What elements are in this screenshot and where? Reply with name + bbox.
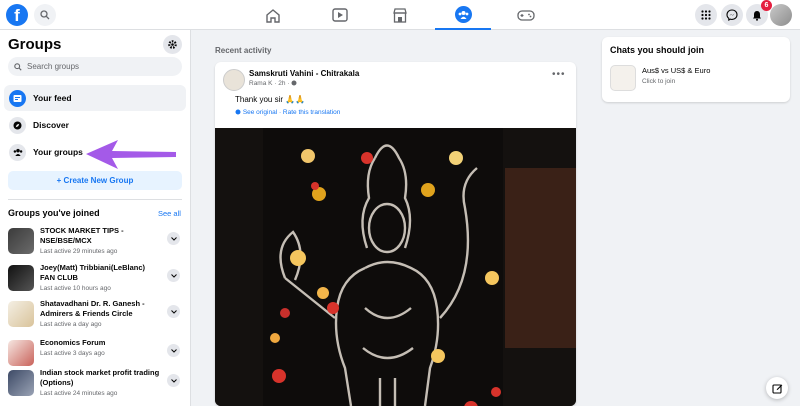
group-thumbnail — [8, 228, 34, 254]
group-name: Indian stock market profit trading (Opti… — [40, 368, 160, 387]
joined-groups-heading: Groups you've joined — [8, 208, 100, 218]
compass-icon — [9, 116, 26, 134]
sidebar-title: Groups — [8, 36, 62, 53]
nav-groups[interactable] — [435, 0, 491, 30]
chevron-down-icon — [170, 236, 177, 241]
chevron-down-icon — [170, 348, 177, 353]
group-options-button[interactable] — [167, 232, 180, 245]
group-name: Economics Forum — [40, 338, 106, 347]
chat-thumbnail[interactable] — [610, 65, 636, 91]
recent-activity-label: Recent activity — [215, 46, 272, 55]
chevron-down-icon — [170, 309, 177, 314]
group-thumbnail — [8, 340, 34, 366]
joined-group-row[interactable]: STOCK MARKET TIPS - NSE/BSE/MCX Last act… — [8, 226, 182, 258]
group-avatar[interactable] — [223, 69, 245, 91]
post-text: Thank you sir 🙏🙏 — [235, 95, 306, 104]
group-last-active: Last active 24 minutes ago — [40, 390, 118, 397]
notifications-button[interactable]: 6 — [746, 0, 772, 26]
compose-icon — [771, 383, 782, 394]
see-all-link[interactable]: See all — [158, 209, 181, 218]
watch-icon — [332, 8, 348, 22]
joined-group-row[interactable]: Joey(Matt) Tribbiani(LeBlanc) FAN CLUB L… — [8, 263, 182, 295]
group-last-active: Last active 10 hours ago — [40, 285, 111, 292]
group-options-button[interactable] — [167, 269, 180, 282]
sidebar-item-your-feed[interactable]: Your feed — [4, 85, 186, 111]
group-options-button[interactable] — [167, 344, 180, 357]
group-thumbnail — [8, 301, 34, 327]
chevron-down-icon — [170, 273, 177, 278]
group-last-active: Last active a day ago — [40, 321, 102, 328]
sidebar-item-discover[interactable]: Discover — [4, 112, 186, 138]
translation-links[interactable]: See original · Rate this translation — [235, 109, 340, 116]
groups-icon — [9, 143, 26, 161]
group-options-button[interactable] — [167, 305, 180, 318]
search-groups-input[interactable]: Search groups — [8, 57, 182, 76]
nav-gaming[interactable] — [498, 0, 554, 30]
chats-suggestion-card: Chats you should join Aus$ vs US$ & Euro… — [602, 37, 790, 102]
globe-icon — [291, 80, 297, 86]
group-thumbnail — [8, 370, 34, 396]
group-last-active: Last active 29 minutes ago — [40, 248, 118, 255]
chat-name[interactable]: Aus$ vs US$ & Euro — [642, 66, 710, 75]
rangoli-artwork — [215, 128, 576, 406]
chat-join-hint: Click to join — [642, 78, 676, 85]
post-image[interactable] — [215, 128, 576, 406]
annotation-arrow — [86, 140, 176, 169]
sidebar-item-label: Your groups — [33, 147, 83, 157]
marketplace-icon — [393, 7, 407, 23]
group-name: Shatavadhani Dr. R. Ganesh - Admirers & … — [40, 299, 145, 318]
search-button[interactable] — [34, 4, 56, 26]
search-icon — [14, 62, 22, 71]
group-name: STOCK MARKET TIPS - NSE/BSE/MCX — [40, 226, 124, 245]
group-options-button[interactable] — [167, 374, 180, 387]
nav-marketplace[interactable] — [372, 0, 428, 30]
sidebar-item-label: Your feed — [33, 93, 72, 103]
top-navigation-bar: f 6 — [0, 0, 800, 30]
post-author-time: Rama K · 2h · — [249, 80, 297, 87]
messenger-button[interactable] — [721, 4, 743, 26]
menu-button[interactable] — [695, 4, 717, 26]
group-last-active: Last active 3 days ago — [40, 350, 105, 357]
feed-icon — [9, 89, 26, 107]
joined-group-row[interactable]: Economics Forum Last active 3 days ago — [8, 338, 182, 370]
messenger-icon — [726, 9, 738, 21]
group-thumbnail — [8, 265, 34, 291]
post-more-options-icon[interactable]: ••• — [552, 69, 566, 80]
profile-avatar[interactable] — [770, 4, 792, 26]
gear-icon — [168, 40, 177, 49]
menu-grid-icon — [701, 10, 711, 20]
gaming-icon — [517, 10, 535, 21]
settings-button[interactable] — [163, 35, 182, 54]
home-icon — [266, 8, 280, 23]
bell-icon — [753, 10, 761, 21]
search-icon — [40, 10, 50, 20]
nav-watch[interactable] — [312, 0, 368, 30]
search-placeholder: Search groups — [27, 62, 80, 71]
translate-icon — [235, 109, 241, 115]
group-name: Joey(Matt) Tribbiani(LeBlanc) FAN CLUB — [40, 263, 146, 282]
post-group-name[interactable]: Samskruti Vahini - Chitrakala — [249, 69, 359, 78]
create-new-group-button[interactable]: + Create New Group — [8, 171, 182, 190]
nav-home[interactable] — [245, 0, 301, 30]
chevron-down-icon — [170, 378, 177, 383]
new-message-button[interactable] — [766, 377, 788, 399]
sidebar-item-label: Discover — [33, 120, 69, 130]
sidebar-divider — [8, 199, 182, 200]
feed-post: Samskruti Vahini - Chitrakala Rama K · 2… — [215, 62, 576, 406]
facebook-logo-icon[interactable]: f — [6, 4, 28, 26]
chats-card-title: Chats you should join — [610, 45, 704, 55]
joined-group-row[interactable]: Shatavadhani Dr. R. Ganesh - Admirers & … — [8, 299, 182, 331]
joined-group-row[interactable]: Indian stock market profit trading (Opti… — [8, 368, 182, 400]
groups-icon — [458, 10, 468, 19]
groups-sidebar: Groups Search groups Your feed Discover … — [0, 30, 191, 406]
